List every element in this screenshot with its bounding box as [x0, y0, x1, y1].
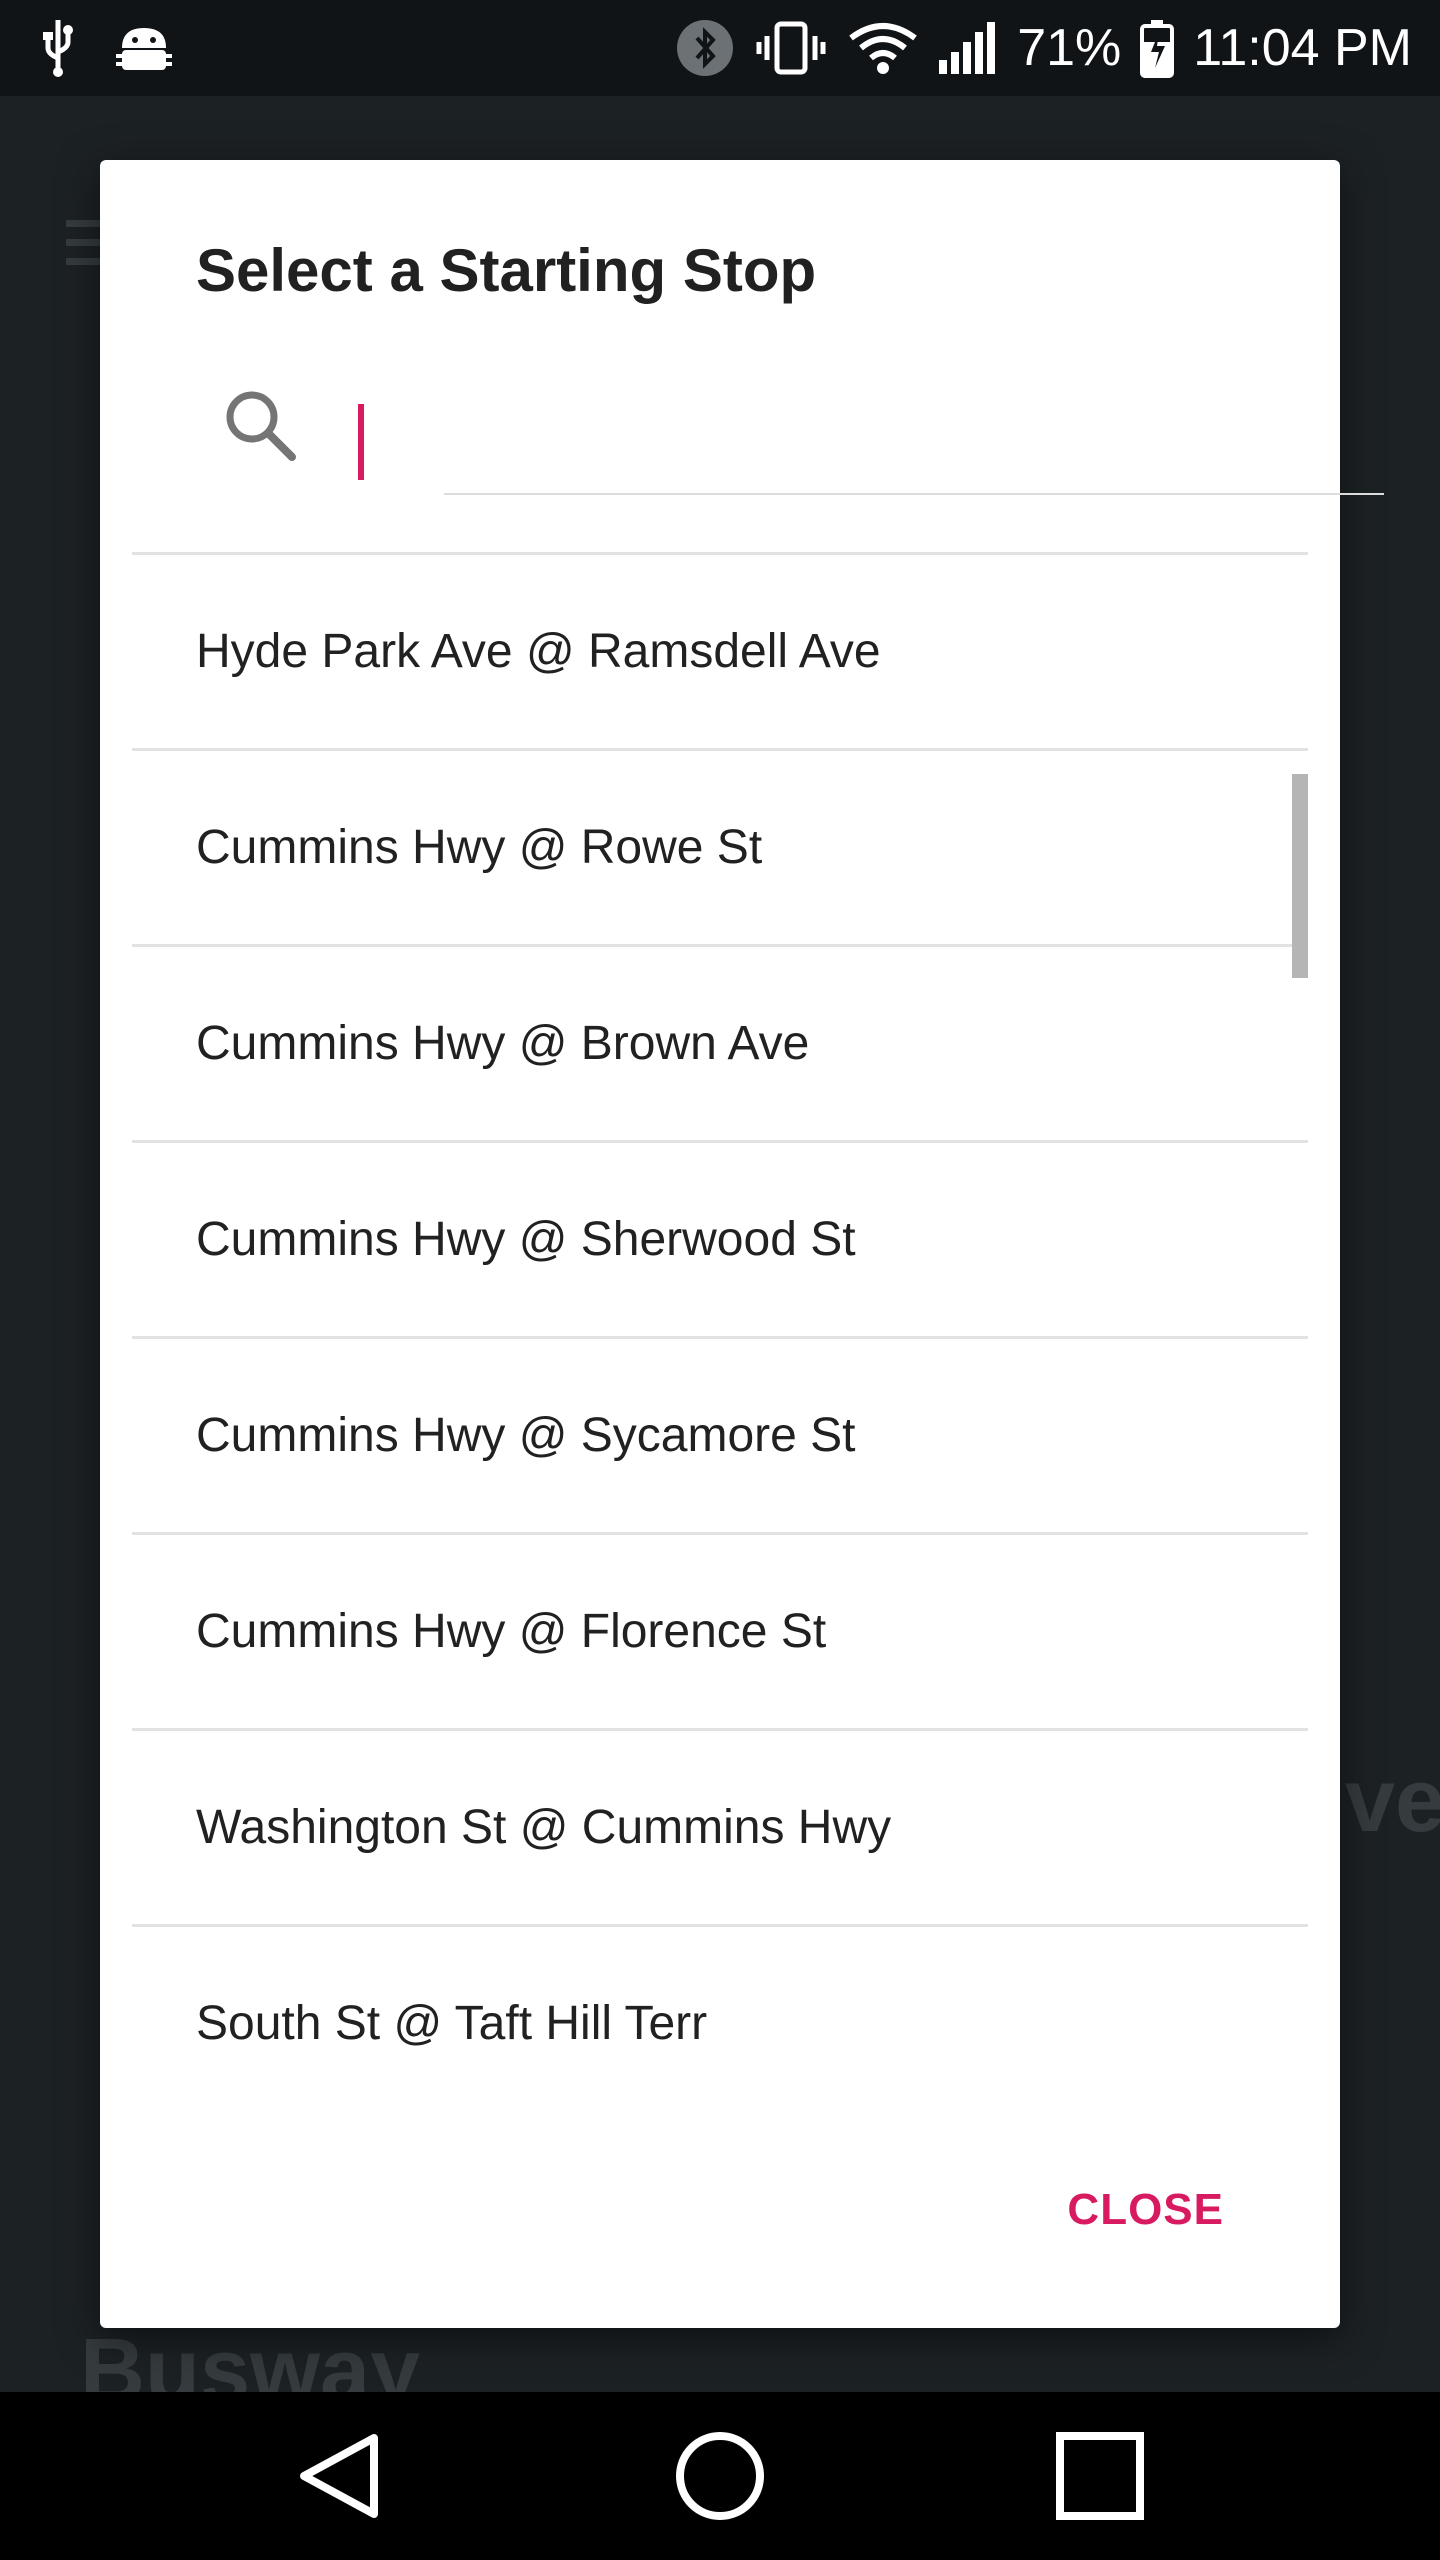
list-item[interactable]: Hyde Park Ave @ Ramsdell Ave: [132, 552, 1308, 748]
stop-picker-dialog: Select a Starting Stop Hyde Park Ave @ R…: [100, 160, 1384, 2328]
recents-icon[interactable]: [1050, 2426, 1150, 2526]
android-debug-icon: [116, 20, 172, 76]
bluetooth-icon: [675, 18, 735, 78]
stop-label: Cummins Hwy @ Sherwood St: [196, 1213, 856, 1266]
status-bar: 71% 11:04 PM: [0, 0, 1440, 96]
list-item[interactable]: Washington St @ Cummins Hwy: [132, 1728, 1308, 1924]
list-item[interactable]: Cummins Hwy @ Sycamore St: [132, 1336, 1308, 1532]
stop-label: Washington St @ Cummins Hwy: [196, 1801, 892, 1854]
list-scrollbar[interactable]: [1292, 774, 1308, 978]
battery-percent: 71%: [1017, 19, 1122, 77]
stop-label: Cummins Hwy @ Brown Ave: [196, 1017, 810, 1070]
stop-label: Hyde Park Ave @ Ramsdell Ave: [196, 625, 881, 678]
search-icon: [220, 385, 300, 465]
list-item[interactable]: Cummins Hwy @ Sherwood St: [132, 1140, 1308, 1336]
clock: 11:04 PM: [1193, 19, 1412, 77]
stop-search-input[interactable]: [444, 383, 1384, 495]
dialog-title: Select a Starting Stop: [196, 237, 817, 304]
home-icon[interactable]: [670, 2426, 770, 2526]
battery-charging-icon: [1139, 18, 1175, 78]
search-row: [220, 383, 1384, 495]
list-item[interactable]: Cummins Hwy @ Rowe St: [132, 748, 1308, 944]
list-item[interactable]: Cummins Hwy @ Florence St: [132, 1532, 1308, 1728]
text-caret: [358, 404, 364, 480]
vibrate-icon: [753, 18, 829, 78]
stop-label: Cummins Hwy @ Florence St: [196, 1605, 827, 1658]
wifi-icon: [847, 20, 919, 76]
signal-icon: [937, 20, 999, 76]
list-item[interactable]: South St @ Taft Hill Terr: [132, 1924, 1308, 2120]
back-icon[interactable]: [290, 2426, 390, 2526]
stop-label: Cummins Hwy @ Sycamore St: [196, 1409, 856, 1462]
stop-label: Cummins Hwy @ Rowe St: [196, 821, 763, 874]
stop-label: South St @ Taft Hill Terr: [196, 1997, 708, 2050]
navigation-bar: [0, 2392, 1440, 2560]
stop-list[interactable]: Hyde Park Ave @ Ramsdell Ave Cummins Hwy…: [132, 552, 1308, 2272]
usb-icon: [40, 18, 76, 78]
close-button[interactable]: CLOSE: [1061, 2170, 1230, 2250]
list-item[interactable]: Cummins Hwy @ Brown Ave: [132, 944, 1308, 1140]
